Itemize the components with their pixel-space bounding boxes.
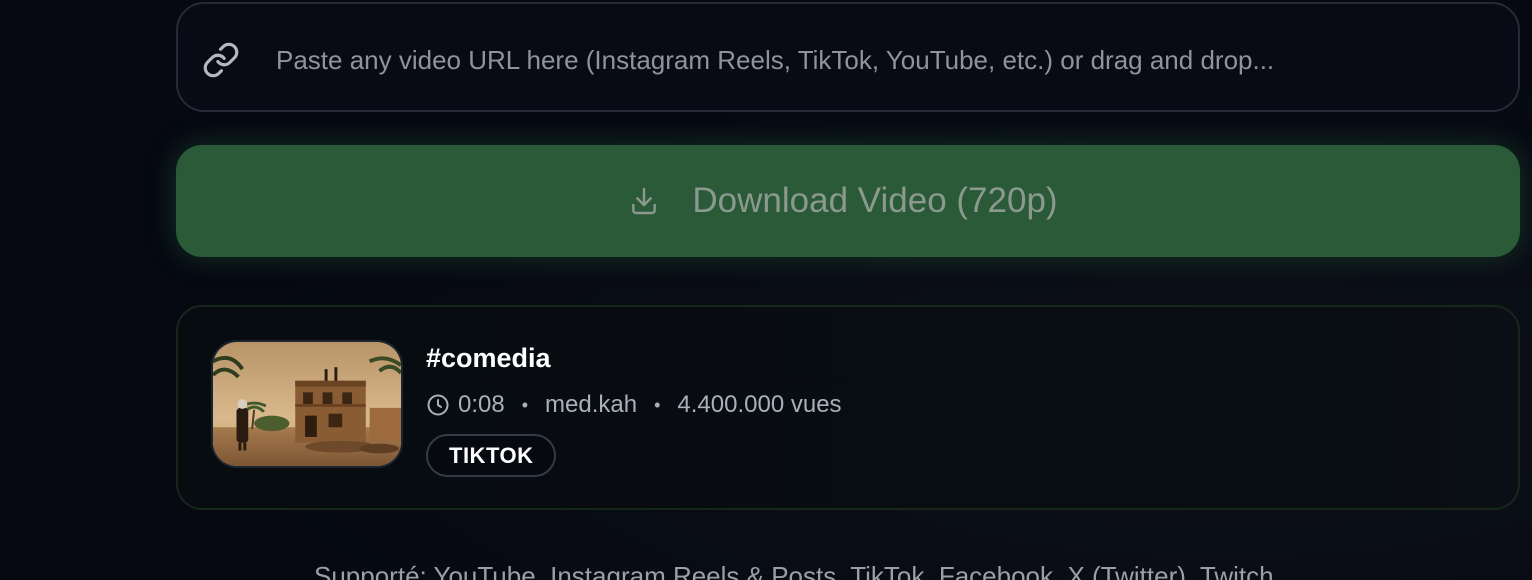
supported-platforms-text: Supporté: YouTube, Instagram Reels & Pos… <box>314 561 1274 580</box>
meta-separator: • <box>521 394 529 415</box>
video-duration: 0:08 <box>458 391 505 418</box>
url-input-container[interactable] <box>176 2 1520 112</box>
link-icon <box>203 42 239 78</box>
video-author: med.kah <box>545 391 638 418</box>
clock-icon <box>427 394 449 416</box>
video-info-card: #comedia 0:08 • med.kah • 4.400.000 vues… <box>176 305 1520 510</box>
video-thumbnail[interactable] <box>211 340 403 468</box>
meta-separator: • <box>654 394 661 415</box>
url-input[interactable] <box>276 34 1476 86</box>
video-views: 4.400.000 vues <box>677 391 842 418</box>
video-title: #comedia <box>426 343 551 373</box>
platform-badge: TIKTOK <box>426 434 557 477</box>
download-video-button[interactable]: Download Video (720p) <box>176 145 1520 257</box>
download-button-label: Download Video (720p) <box>692 181 1058 220</box>
download-icon <box>632 187 657 215</box>
video-meta: 0:08 • med.kah • 4.400.000 vues <box>426 391 842 419</box>
